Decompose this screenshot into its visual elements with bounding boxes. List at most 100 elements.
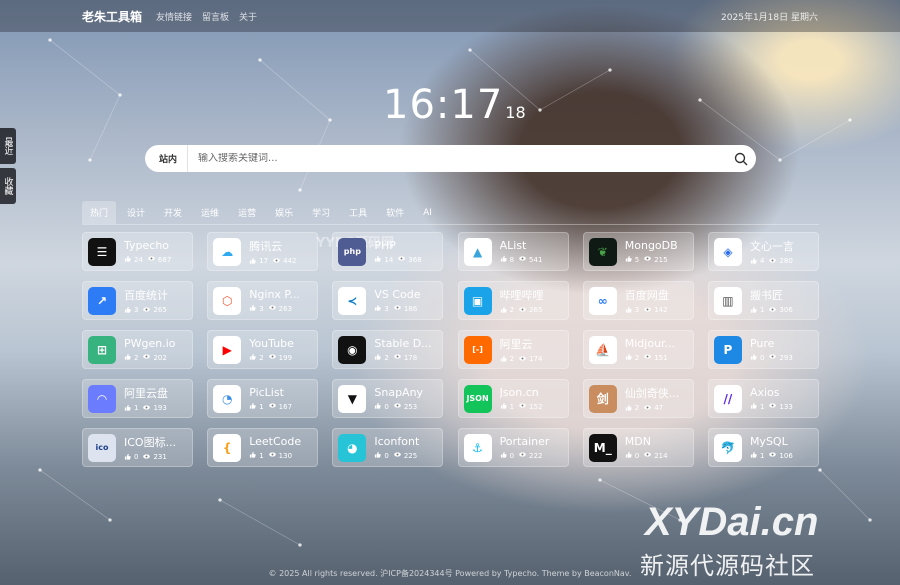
site-card[interactable]: {LeetCode 1 130 xyxy=(207,428,319,467)
eye-icon xyxy=(519,255,529,264)
site-card[interactable]: ∞ 百度网盘 3 142 xyxy=(582,281,694,320)
eye-icon xyxy=(769,402,779,411)
site-card[interactable]: ↗ 百度统计 3 265 xyxy=(82,281,193,320)
site-card[interactable]: php PHP 14 368 xyxy=(332,232,444,271)
nav-about[interactable]: 关于 xyxy=(239,10,257,23)
clock-seconds: 18 xyxy=(505,103,526,122)
eye-icon xyxy=(644,353,654,362)
like-count: 17 xyxy=(259,257,269,265)
site-card-info: 腾讯云 17 442 xyxy=(249,238,312,266)
eye-icon xyxy=(394,353,404,362)
like-icon xyxy=(374,353,384,362)
site-card-stats: 0 293 xyxy=(750,353,813,362)
site-card[interactable]: ☁ 腾讯云 17 442 xyxy=(207,232,319,271)
axios-icon: // xyxy=(713,384,742,413)
like-icon xyxy=(625,255,635,264)
site-card[interactable]: M_ MDN 0 214 xyxy=(582,428,694,467)
like-count: 1 xyxy=(259,451,264,460)
aliyun-icon: [-] xyxy=(463,335,492,364)
site-card[interactable]: ◕ Iconfont 0 225 xyxy=(332,428,444,467)
tab-2[interactable]: 开发 xyxy=(156,201,190,224)
portainer-icon: ⚓ xyxy=(463,433,492,462)
site-card[interactable]: 🐬 MySQL 1 106 xyxy=(707,428,819,467)
like-icon xyxy=(750,306,760,315)
site-card-stats: 1 106 xyxy=(750,451,813,460)
site-card-name: Axios xyxy=(749,386,780,399)
like-count: 2 xyxy=(509,306,515,314)
side-tab-favorites[interactable]: 收藏 xyxy=(0,168,16,204)
tab-5[interactable]: 娱乐 xyxy=(267,201,301,224)
site-card[interactable]: ▶ YouTube 2 199 xyxy=(207,330,319,369)
tab-3[interactable]: 运维 xyxy=(193,201,227,224)
site-card[interactable]: ico ICO图标... 0 231 xyxy=(82,428,193,467)
site-card[interactable]: ≺ VS Code 3 186 xyxy=(332,281,444,320)
like-icon xyxy=(124,453,134,462)
like-icon xyxy=(124,353,134,362)
wenxin-icon: ◈ xyxy=(713,237,742,266)
tab-7[interactable]: 工具 xyxy=(341,201,375,224)
site-card[interactable]: ◉ Stable D... 2 178 xyxy=(332,330,444,369)
site-card-grid: ☰ Typecho 24 687 ☁ 腾讯云 17 442 php PHP 14 368 ▲ AList 8… xyxy=(82,232,819,467)
like-count: 1 xyxy=(759,402,765,411)
site-card[interactable]: [-] 阿里云 2 174 xyxy=(457,330,569,369)
site-card-name: 搬书匠 xyxy=(749,288,783,302)
site-card[interactable]: ☰ Typecho 24 687 xyxy=(82,232,193,271)
eye-icon xyxy=(268,353,279,362)
search-icon[interactable] xyxy=(726,152,756,166)
site-card-stats: 2 47 xyxy=(625,404,688,413)
like-icon xyxy=(249,353,259,362)
site-card[interactable]: P Pure 0 293 xyxy=(707,330,819,369)
site-card[interactable]: JSON Json.cn 1 152 xyxy=(457,379,569,418)
site-card[interactable]: // Axios 1 133 xyxy=(707,379,819,418)
view-count: 47 xyxy=(654,404,664,412)
site-card[interactable]: ⚓ Portainer 0 222 xyxy=(457,428,569,467)
site-card[interactable]: ◔ PicList 1 167 xyxy=(207,379,319,418)
site-card[interactable]: ⬡ Nginx P... 3 263 xyxy=(207,281,319,320)
eye-icon xyxy=(273,257,283,266)
category-tabs: 热门 设计 开发 运维 运营 娱乐 学习 工具 软件 AI xyxy=(82,201,819,225)
tab-8[interactable]: 软件 xyxy=(378,201,412,224)
search-scope-selector[interactable]: 站内 xyxy=(145,152,187,165)
nav-guestbook[interactable]: 留言板 xyxy=(202,10,229,23)
site-card[interactable]: ◈ 文心一言 4 280 xyxy=(707,232,819,271)
search-input[interactable] xyxy=(188,153,726,164)
eye-icon xyxy=(769,257,779,266)
view-count: 214 xyxy=(654,451,668,460)
like-count: 3 xyxy=(134,306,139,314)
tab-9[interactable]: AI xyxy=(415,203,440,223)
eye-icon xyxy=(148,255,158,264)
like-icon xyxy=(249,451,259,460)
site-card[interactable]: ◠ 阿里云盘 1 193 xyxy=(82,379,193,418)
site-card-stats: 8 541 xyxy=(500,255,563,264)
site-card-info: MySQL 1 106 xyxy=(750,435,813,460)
site-card[interactable]: ⊞ PWgen.io 2 202 xyxy=(82,330,193,369)
site-card[interactable]: 剑仙剑奇侠... 2 47 xyxy=(582,379,694,418)
like-count: 14 xyxy=(384,255,394,264)
site-card-info: Iconfont 0 225 xyxy=(374,435,437,460)
like-count: 24 xyxy=(134,255,143,264)
site-card-name: YouTube xyxy=(249,337,294,350)
site-card[interactable]: ❦ MongoDB 5 215 xyxy=(582,232,694,271)
clock-hours-minutes: 16:17 xyxy=(383,82,504,128)
like-count: 2 xyxy=(134,353,139,362)
tab-4[interactable]: 运营 xyxy=(230,201,264,224)
site-card-name: MySQL xyxy=(749,435,788,448)
tab-6[interactable]: 学习 xyxy=(304,201,338,224)
like-count: 2 xyxy=(634,353,640,362)
tab-0[interactable]: 热门 xyxy=(82,201,117,224)
like-icon xyxy=(124,255,134,264)
site-brand[interactable]: 老朱工具箱 xyxy=(82,8,142,25)
site-card-info: 百度统计 3 265 xyxy=(124,287,187,315)
site-card[interactable]: ▥ 搬书匠 1 306 xyxy=(707,281,819,320)
site-card[interactable]: ▣ 哔哩哔哩 2 265 xyxy=(457,281,569,320)
side-tab-recent[interactable]: 最近 xyxy=(0,128,16,164)
site-card-name: PicList xyxy=(249,386,284,399)
site-card-info: Midjour... 2 151 xyxy=(625,337,688,362)
pure-icon: P xyxy=(713,335,742,364)
nav-friend-links[interactable]: 友情链接 xyxy=(156,10,192,23)
site-card-info: 搬书匠 1 306 xyxy=(750,287,813,315)
tab-1[interactable]: 设计 xyxy=(119,201,153,224)
site-card[interactable]: ▲ AList 8 541 xyxy=(457,232,569,271)
site-card[interactable]: ⛵ Midjour... 2 151 xyxy=(582,330,694,369)
site-card[interactable]: ▼ SnapAny 0 253 xyxy=(332,379,444,418)
